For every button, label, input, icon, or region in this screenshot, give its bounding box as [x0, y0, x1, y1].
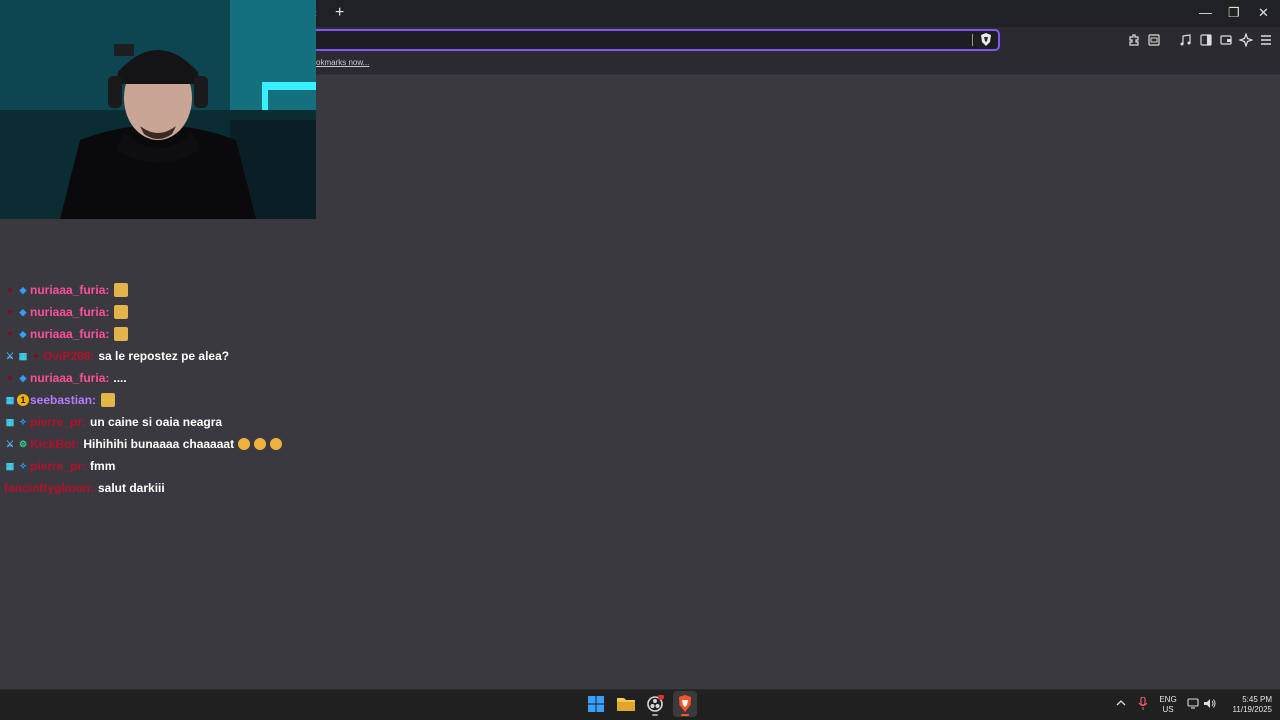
cube-badge-icon: ◆: [19, 329, 27, 339]
volume-icon[interactable]: [1203, 698, 1216, 709]
chat-text: fmm: [90, 459, 116, 473]
chat-message: ✦ ◆ nuriaaa_furia:: [4, 279, 282, 301]
emote-icon: [238, 438, 251, 450]
founder-badge-icon: ▦: [5, 461, 15, 471]
subscriber-badge-icon: ✦: [6, 285, 14, 295]
emote-icon: [254, 438, 267, 450]
subscriber-badge-icon: ✦: [6, 373, 14, 383]
brave-shields-icon[interactable]: [980, 33, 992, 46]
brave-browser-icon[interactable]: [677, 695, 693, 712]
bot-badge-icon: ⚙: [18, 439, 28, 449]
chat-username[interactable]: KickBot:: [30, 437, 79, 451]
founder-badge-icon: ▦: [5, 395, 15, 405]
chat-text: sa le repostez pe alea?: [98, 349, 230, 363]
address-bar[interactable]: [312, 29, 1000, 51]
leo-ai-icon[interactable]: [1239, 33, 1253, 47]
chat-message: ✦ ◆ nuriaaa_furia:: [4, 301, 282, 323]
brave-active-indicator: [681, 714, 689, 716]
close-window-button[interactable]: ✕: [1258, 5, 1269, 21]
star-badge-icon: ✧: [19, 417, 27, 427]
clock-time: 5:45 PM: [1242, 695, 1272, 704]
emote-icon: [270, 438, 283, 450]
language-indicator[interactable]: ENG US: [1156, 695, 1180, 715]
chat-username[interactable]: fancinftyglmon:: [4, 481, 94, 495]
keyboard-layout: US: [1162, 705, 1174, 714]
restore-button[interactable]: ❐: [1228, 5, 1240, 21]
emote-icon: [114, 283, 129, 297]
emote-icon: [114, 327, 129, 341]
webcam-overlay: [0, 0, 316, 219]
tab-search-icon[interactable]: [1147, 33, 1161, 47]
chat-username[interactable]: OviP208:: [43, 349, 94, 363]
import-bookmarks-link[interactable]: okmarks now...: [316, 58, 369, 67]
new-tab-button[interactable]: +: [335, 4, 344, 22]
chat-username[interactable]: nuriaaa_furia:: [30, 305, 109, 319]
sword-badge-icon: ⚔: [5, 351, 15, 361]
webcam-scene-image: [0, 0, 316, 219]
subscriber-badge-icon: ✦: [6, 329, 14, 339]
cube-badge-icon: ◆: [19, 373, 27, 383]
minimize-button[interactable]: —: [1199, 5, 1212, 20]
subscriber-badge-icon: ✦: [32, 351, 40, 361]
clock-date: 11/19/2025: [1232, 705, 1272, 714]
cube-badge-icon: ◆: [19, 307, 27, 317]
address-bar-divider: [972, 34, 973, 46]
windows-taskbar: [0, 689, 1280, 720]
media-player-icon[interactable]: [1179, 33, 1193, 47]
founder-badge-icon: ▦: [18, 351, 28, 361]
star-badge-icon: ✧: [19, 461, 27, 471]
clock[interactable]: 5:45 PM 11/19/2025: [1222, 695, 1272, 715]
emote-icon: [114, 305, 129, 319]
extensions-icon[interactable]: [1127, 33, 1141, 47]
chat-message: ⚔ ⚙ KickBot: Hihihihi bunaaaa chaaaaat: [4, 433, 283, 455]
chat-message: ▦ ✧ pierre_pr: fmm: [4, 455, 282, 477]
menu-icon[interactable]: [1259, 33, 1273, 47]
file-explorer-icon[interactable]: [617, 696, 635, 712]
cube-badge-icon: ◆: [19, 285, 27, 295]
founder-badge-icon: ▦: [5, 417, 15, 427]
chat-message: ✦ ◆ nuriaaa_furia:....: [4, 367, 282, 389]
chat-message: ▦ ✧ pierre_pr: un caine si oaia neagra: [4, 411, 282, 433]
chat-username[interactable]: nuriaaa_furia:: [30, 371, 109, 385]
chat-text: un caine si oaia neagra: [90, 415, 223, 429]
chat-username[interactable]: seebastian:: [30, 393, 96, 407]
chat-username[interactable]: pierre_pr:: [30, 415, 86, 429]
chat-username[interactable]: pierre_pr:: [30, 459, 86, 473]
chat-text: salut darkiii: [98, 481, 165, 495]
subscriber-badge-icon: ✦: [6, 307, 14, 317]
chat-username[interactable]: nuriaaa_furia:: [30, 327, 109, 341]
sidebar-icon[interactable]: [1199, 33, 1213, 47]
gold-badge-icon: 1: [17, 394, 29, 406]
chat-text: ....: [113, 371, 127, 385]
sword-badge-icon: ⚔: [5, 439, 15, 449]
network-icon[interactable]: [1187, 698, 1199, 709]
emote-icon: [101, 393, 116, 407]
obs-studio-icon[interactable]: [646, 695, 664, 713]
microphone-icon[interactable]: [1138, 697, 1148, 710]
chevron-up-icon[interactable]: [1116, 699, 1126, 707]
obs-running-indicator: [652, 714, 658, 716]
chat-username[interactable]: nuriaaa_furia:: [30, 283, 109, 297]
chat-message: ⚔ ▦ ✦ OviP208: sa le repostez pe alea?: [4, 345, 282, 367]
windows-start-icon[interactable]: [588, 696, 604, 712]
language-code: ENG: [1159, 695, 1177, 704]
wallet-icon[interactable]: [1219, 33, 1233, 47]
chat-message: ▦ 1 seebastian:: [4, 389, 282, 411]
chat-text: Hihihihi bunaaaa chaaaaat: [83, 437, 235, 451]
chat-message: fancinftyglmon: salut darkiii: [4, 477, 282, 499]
chat-message: ✦ ◆ nuriaaa_furia:: [4, 323, 282, 345]
chat-message-list: ✦ ◆ nuriaaa_furia: ✦ ◆ nuriaaa_furia: ✦ ◆ nuriaa…: [4, 279, 283, 499]
